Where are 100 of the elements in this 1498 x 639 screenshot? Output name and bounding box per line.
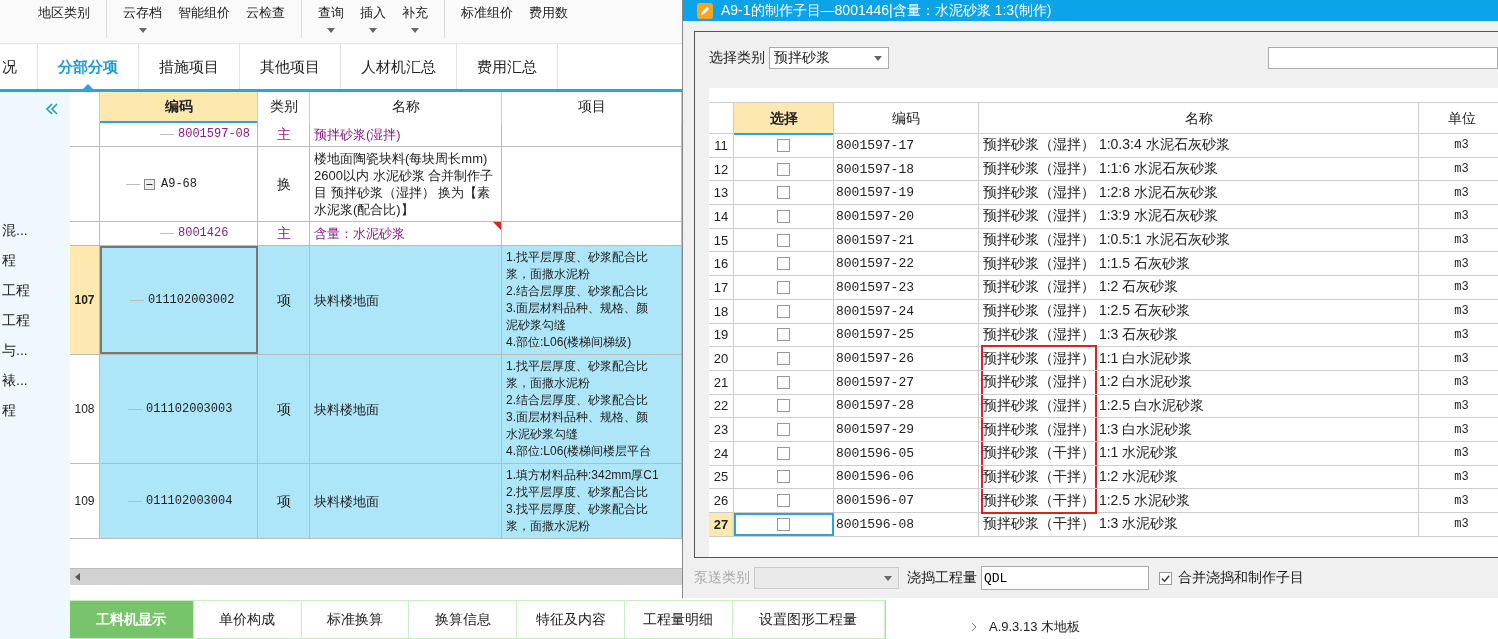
row-checkbox[interactable] [777,233,790,247]
collapse-icon[interactable] [144,178,155,190]
feature-text: 3.面层材料品种、规格、颜 [506,300,648,317]
caret-icon [874,55,882,61]
sidebar-item[interactable]: 工程 [0,280,70,310]
tree-item[interactable]: A.9.3.13 木地板 [989,618,1081,636]
column-header[interactable]: 编码 [100,92,258,123]
unit-cell: m3 [1419,134,1498,157]
tab[interactable]: 况 [0,44,38,89]
merge-checkbox[interactable] [1159,571,1172,585]
tab[interactable]: 设置图形工程量 [732,600,885,639]
pump-type-label: 泵送类别 [694,569,750,587]
code-cell: 8001597-22 [834,252,979,276]
toolbar-button[interactable]: 云检查 [238,0,293,22]
code-cell: 8001597-28 [834,394,979,418]
tab[interactable]: 其他项目 [240,44,341,89]
row-number: 11 [709,134,734,157]
toolbar-button[interactable]: 地区类别 [30,0,98,22]
row-checkbox[interactable] [777,494,790,508]
toolbar-button[interactable]: 智能组价 [170,0,238,22]
row-checkbox[interactable] [777,304,790,318]
horizontal-scrollbar[interactable] [70,568,682,585]
unit-cell: m3 [1419,157,1498,181]
column-header[interactable]: 名称 [979,103,1419,135]
code-cell: 8001597-21 [834,228,979,252]
merge-label: 合并浇捣和制作子目 [1178,569,1304,587]
unit-cell: m3 [1419,205,1498,228]
code-cell: 8001597-20 [834,205,979,228]
code-cell: 8001597-17 [834,134,979,157]
category-dropdown[interactable]: 预拌砂浆 [769,47,889,69]
sidebar-item[interactable]: 程 [0,250,70,280]
toolbar-button[interactable]: 标准组价 [453,0,521,22]
row-checkbox[interactable] [777,446,790,460]
name-cell: 预拌砂浆（湿拌） 1:1.5 石灰砂浆 [979,252,1419,276]
row-number: 107 [70,246,100,354]
scroll-left-icon[interactable] [74,572,82,582]
row-checkbox[interactable] [777,257,790,271]
row-checkbox[interactable] [777,162,790,176]
pour-quantity-label: 浇捣工程量 [907,569,977,587]
search-field[interactable] [1268,47,1498,69]
row-number: 25 [709,465,734,489]
row-checkbox[interactable] [777,517,790,531]
toolbar-button[interactable]: 云存档 [115,0,170,33]
row-checkbox[interactable] [777,186,790,200]
row-checkbox[interactable] [777,375,790,389]
feature-text: 水泥砂浆勾缝 [506,426,578,443]
row-checkbox[interactable] [777,280,790,294]
toolbar-button[interactable]: 补充 [394,0,436,33]
column-header[interactable]: 编码 [834,103,979,135]
sidebar-item[interactable]: 与... [0,340,70,370]
code-cell: 8001596-08 [834,513,979,536]
tab[interactable]: 单价构成 [193,600,302,639]
toolbar-button[interactable]: 插入 [352,0,394,33]
feature-text: 2.找平层厚度、砂浆配合比 [506,484,648,501]
sidebar-item[interactable]: 工程 [0,310,70,340]
unit-cell: m3 [1419,252,1498,276]
code-cell: 011102003002 [100,246,258,354]
toolbar-button[interactable]: 查询 [310,0,352,33]
code-cell: 8001597-23 [834,276,979,299]
name-cell: 预拌砂浆（干拌） 1:3 水泥砂浆 [979,513,1419,536]
type-cell: 换 [258,147,310,221]
name-cell: 预拌砂浆（湿拌） 1:1 白水泥砂浆 [979,347,1419,370]
tab[interactable]: 措施项目 [139,44,240,89]
column-header[interactable]: 项目 [502,92,682,123]
tab[interactable]: 换算信息 [409,600,518,639]
toolbar-button[interactable]: 费用数 [521,0,576,22]
name-cell: 预拌砂浆（湿拌） 1:2 白水泥砂浆 [979,370,1419,394]
sidebar-item[interactable]: 裱... [0,370,70,400]
row-number: 17 [709,276,734,299]
row-number: 13 [709,181,734,205]
column-header[interactable]: 类别 [258,92,310,123]
tab[interactable]: 标准换算 [301,600,410,639]
unit-cell: m3 [1419,370,1498,394]
row-checkbox[interactable] [777,328,790,342]
row-number: 26 [709,489,734,512]
name-cell: 预拌砂浆（干拌） 1:1 水泥砂浆 [979,441,1419,465]
row-checkbox[interactable] [777,352,790,366]
code-cell: 8001597-26 [834,347,979,370]
tab[interactable]: 人材机汇总 [341,44,457,89]
row-checkbox[interactable] [777,470,790,484]
feature-text: 2.结合层厚度、砂浆配合比 [506,283,648,300]
column-header[interactable]: 选择 [734,103,834,135]
pour-quantity-field[interactable]: QDL [981,566,1149,590]
row-checkbox[interactable] [777,399,790,413]
unit-cell: m3 [1419,347,1498,370]
feature-text: 泥砂浆勾缝 [506,317,566,334]
tab[interactable]: 费用汇总 [457,44,558,89]
column-header[interactable]: 名称 [310,92,502,123]
row-checkbox[interactable] [777,138,790,152]
sidebar-item[interactable]: 混... [0,220,70,250]
row-checkbox[interactable] [777,423,790,437]
sidebar-item[interactable]: 程 [0,400,70,430]
tab[interactable]: 特征及内容 [517,600,625,639]
tab[interactable]: 工程量明细 [625,600,733,639]
column-header[interactable]: 单位 [1419,103,1498,135]
chevron-icon[interactable] [971,622,977,632]
type-cell: 主 [258,123,310,146]
name-cell: 预拌砂浆（湿拌） 1:3 石灰砂浆 [979,323,1419,347]
row-checkbox[interactable] [777,209,790,223]
name-cell: 块料楼地面 [310,355,502,463]
